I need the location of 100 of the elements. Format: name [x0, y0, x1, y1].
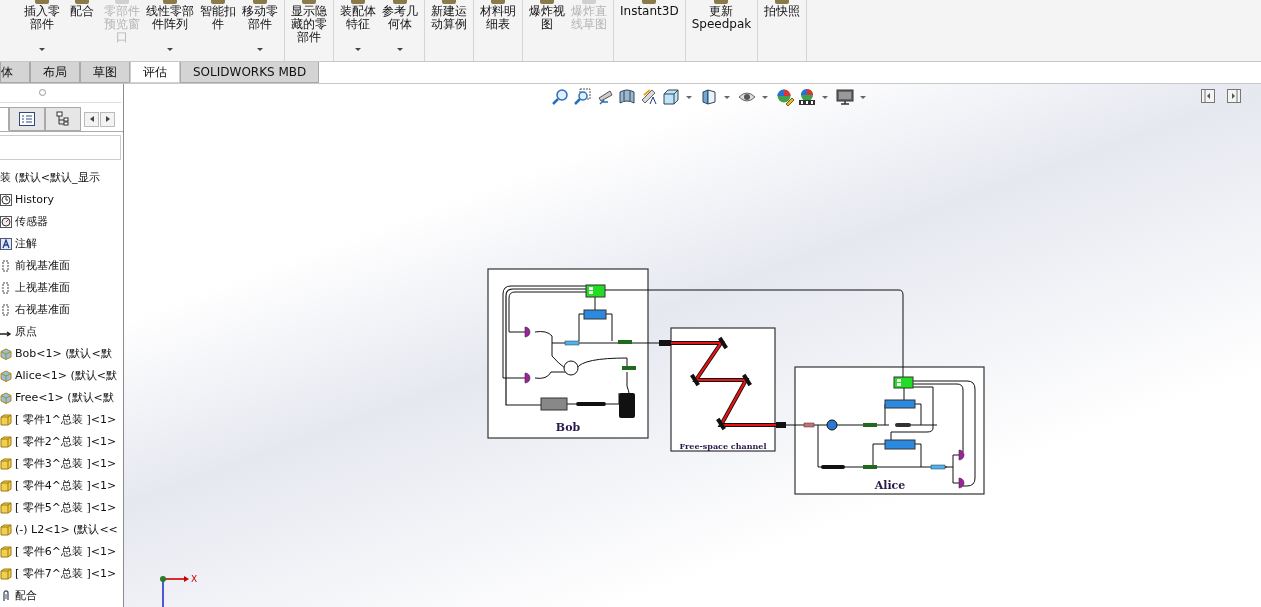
left-arrow-icon [89, 116, 94, 123]
tree-item[interactable]: (-) L2<1> (默认<< [15, 519, 118, 541]
plane-icon [0, 304, 12, 316]
annotation-view-icon[interactable] [640, 88, 658, 106]
part-block-icon [0, 568, 12, 580]
shaded-cube-icon[interactable] [700, 88, 718, 106]
scroll-right-button[interactable] [100, 111, 115, 127]
cropped-tool-icon [642, 0, 657, 4]
part-block-icon [0, 414, 12, 426]
caret-icon[interactable] [822, 95, 828, 99]
panel-label: Alice [874, 479, 906, 492]
part-block-icon [0, 436, 12, 448]
ribbon-button[interactable]: 参考几 何体 [379, 0, 421, 61]
tree-item[interactable]: 配合 [15, 585, 37, 607]
tab[interactable]: SOLIDWORKS MBD [180, 62, 320, 83]
scroll-left-button[interactable] [84, 111, 99, 127]
tab[interactable]: 评估 [130, 62, 180, 83]
ribbon-button[interactable]: 显示隐 藏的零 部件 [288, 0, 330, 61]
cube-icon[interactable] [662, 88, 680, 106]
component-cube-icon [0, 370, 12, 382]
ribbon-button[interactable]: 配合 [63, 0, 101, 61]
tree-structure-icon [56, 110, 70, 127]
plane-icon [0, 282, 12, 294]
panel-left-icon[interactable] [1201, 89, 1215, 103]
ribbon-button[interactable]: 插入零 部件 [21, 0, 63, 61]
axis-label: X [191, 574, 198, 584]
ribbon-button[interactable]: 新建运 动算例 [428, 0, 470, 61]
magnifier-icon[interactable] [552, 88, 570, 106]
ribbon-button[interactable]: 更新 Speedpak [688, 0, 755, 61]
tab[interactable]: 布局 [30, 62, 80, 83]
tree-item[interactable]: History [15, 189, 55, 211]
component-cube-icon [0, 348, 12, 360]
part-block-icon [0, 502, 12, 514]
tab[interactable]: 草图 [80, 62, 130, 83]
panel-label: Bob [555, 421, 581, 434]
caret-icon[interactable] [39, 48, 45, 51]
caret-icon[interactable] [355, 48, 361, 51]
section-view-icon[interactable] [618, 88, 636, 106]
tree-item[interactable]: Bob<1> (默认<默 [15, 343, 112, 365]
tree-item[interactable]: [ 零件4^总装 ]<1> [15, 475, 117, 497]
cropped-tool-icon [442, 0, 456, 4]
panel-tab[interactable] [45, 106, 81, 131]
ribbon-button[interactable]: 材料明 细表 [477, 0, 519, 61]
tree-item[interactable]: 注解 [15, 233, 37, 255]
telescope-icon[interactable] [596, 88, 614, 106]
list-icon [19, 111, 35, 126]
part-block-icon [0, 458, 12, 470]
tree-item[interactable]: 上视基准面 [15, 277, 70, 299]
color-ball-pencil-icon[interactable] [776, 88, 794, 106]
ribbon-button[interactable]: 爆炸视 图 [526, 0, 568, 61]
caret-icon[interactable] [397, 48, 403, 51]
cropped-tool-icon [253, 0, 267, 4]
caret-icon[interactable] [167, 48, 173, 51]
caret-icon[interactable] [724, 95, 730, 99]
tree-item[interactable]: Alice<1> (默认<默 [15, 365, 117, 387]
ribbon-button[interactable]: 线性零部 件阵列 [143, 0, 197, 61]
tree-item[interactable]: Free<1> (默认<默 [15, 387, 114, 409]
tree-item[interactable]: [ 零件6^总装 ]<1> [15, 541, 117, 563]
part-block-icon [0, 546, 12, 558]
cropped-tool-icon [163, 0, 177, 4]
cropped-tool-icon [775, 0, 790, 4]
tree-item[interactable]: [ 零件7^总装 ]<1> [15, 563, 117, 585]
tab[interactable]: 体 [0, 62, 30, 83]
ribbon-button[interactable]: Instant3D [617, 0, 682, 61]
zoom-area-icon[interactable] [574, 88, 592, 106]
plane-icon [0, 260, 12, 272]
panel-right-icon[interactable] [1227, 89, 1241, 103]
cropped-tool-icon [540, 0, 554, 4]
ribbon-button[interactable]: 移动零 部件 [239, 0, 281, 61]
cropped-tool-icon [393, 0, 407, 4]
tree-item[interactable]: [ 零件3^总装 ]<1> [15, 453, 117, 475]
cropped-tool-icon [75, 0, 89, 4]
caret-icon[interactable] [762, 95, 768, 99]
ribbon-button[interactable]: 智能扣 件 [197, 0, 239, 61]
part-block-icon [0, 480, 12, 492]
monitor-icon[interactable] [836, 88, 854, 106]
cropped-tool-icon [714, 0, 729, 4]
right-arrow-icon [105, 116, 110, 123]
tree-item[interactable]: [ 零件2^总装 ]<1> [15, 431, 117, 453]
caret-icon[interactable] [686, 95, 692, 99]
cropped-tool-icon [351, 0, 365, 4]
cropped-tool-icon [211, 0, 225, 4]
tree-item[interactable]: [ 零件1^总装 ]<1> [15, 409, 117, 431]
caret-icon[interactable] [860, 95, 866, 99]
tree-item[interactable]: 原点 [15, 321, 37, 343]
tree-item[interactable]: 传感器 [15, 211, 48, 233]
ribbon-button[interactable]: 拍快照 [761, 0, 804, 61]
cropped-tool-icon [302, 0, 316, 4]
component-cube-icon [0, 392, 12, 404]
tree-item[interactable]: [ 零件5^总装 ]<1> [15, 497, 117, 519]
filter-field[interactable] [0, 134, 121, 160]
tree-item[interactable]: 前视基准面 [15, 255, 70, 277]
cropped-tool-icon [491, 0, 505, 4]
tree-item[interactable]: 右视基准面 [15, 299, 70, 321]
panel-tab[interactable] [9, 106, 45, 131]
tree-item[interactable]: 装 (默认<默认_显示 [0, 167, 100, 189]
caret-icon[interactable] [257, 48, 263, 51]
ribbon-button[interactable]: 装配体 特征 [337, 0, 379, 61]
color-ball-scene-icon[interactable] [798, 88, 816, 106]
panel-label: Free-space channel [679, 441, 767, 451]
